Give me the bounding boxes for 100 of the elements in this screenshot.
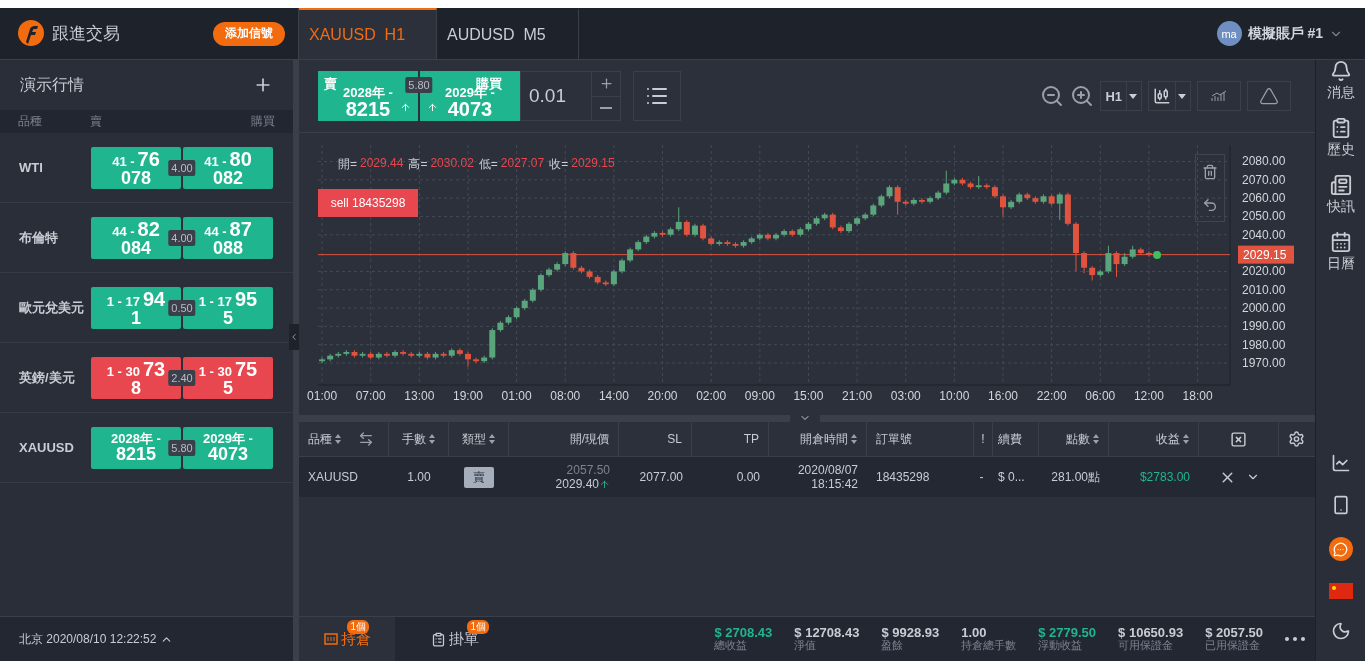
quote-price: 44 -82 — [112, 218, 160, 239]
sort-icon[interactable] — [1183, 434, 1189, 444]
bell-icon — [1329, 60, 1352, 82]
timeframe-dropdown[interactable]: H1 — [1100, 81, 1142, 111]
y-axis-label: 2070.00 — [1242, 172, 1286, 187]
stat-value: $ 2708.43 — [714, 626, 773, 641]
zoom-out-icon[interactable] — [1040, 84, 1065, 108]
open-date: 2020/08/07 — [797, 463, 858, 477]
column-header[interactable]: 收益 — [1156, 430, 1180, 448]
moon-icon[interactable] — [1330, 621, 1351, 641]
x-axis-label: 16:00 — [988, 389, 1019, 403]
legend-label: 低= — [478, 156, 498, 173]
y-axis-label: 2010.00 — [1242, 282, 1286, 297]
column-header: 賣 — [90, 113, 103, 130]
column-header[interactable]: 開倉時間 — [800, 430, 848, 448]
collapse-button[interactable] — [289, 324, 299, 350]
box-icon — [323, 632, 338, 646]
quote-price: 2029年 - — [203, 432, 253, 445]
quote-price: 41 -76 — [112, 148, 160, 169]
swap-icon[interactable] — [358, 431, 374, 447]
column-header[interactable]: 品種 — [308, 430, 332, 448]
legend-label: 高= — [408, 156, 428, 173]
chart-settings-icon[interactable] — [1330, 453, 1351, 473]
spread-value: 5.80 — [405, 77, 433, 93]
legend-label: 收= — [549, 156, 569, 173]
chat-icon[interactable] — [1328, 537, 1353, 561]
column-header[interactable]: 手數 — [402, 430, 426, 448]
x-axis-label: 21:00 — [842, 389, 873, 403]
quote-price: 41 -80 — [204, 148, 252, 169]
flag-icon[interactable] — [1328, 583, 1353, 599]
price-tag: 2029.15 — [1238, 245, 1294, 264]
symbol-name[interactable]: 布倫特 — [19, 228, 91, 247]
x-axis-label: 01:00 — [307, 389, 338, 403]
trash-icon[interactable] — [1202, 163, 1218, 180]
stat-label: 總收益 — [714, 640, 749, 652]
column-header[interactable]: 點數 — [1066, 430, 1090, 448]
clipboard-icon — [431, 631, 446, 647]
column-header: 品種 — [18, 113, 43, 130]
sort-icon[interactable] — [1093, 434, 1099, 444]
open-price: 2057.50 — [566, 463, 610, 477]
arrow-up-icon — [400, 102, 411, 113]
quote-digits: 078 — [120, 168, 151, 187]
sort-icon[interactable] — [429, 434, 435, 444]
legend-value: 2029.44 — [360, 156, 404, 172]
undo-icon[interactable] — [1202, 196, 1218, 213]
close-all-icon[interactable] — [1230, 430, 1247, 448]
symbol-tab[interactable]: XAUUSD H1 — [299, 8, 437, 59]
column-header[interactable]: 類型 — [462, 430, 486, 448]
account-name[interactable]: 模擬賬戶 #1 — [1247, 24, 1323, 43]
quote-price: 1 - 17 94 — [106, 288, 166, 309]
x-axis-label: 20:00 — [647, 389, 678, 403]
stat-label: 淨值 — [794, 640, 818, 652]
y-axis-label: 2000.00 — [1242, 301, 1286, 316]
caret-icon[interactable] — [1129, 93, 1137, 99]
panel-title: 演示行情 — [20, 74, 84, 95]
sidebar-item[interactable]: 日曆 — [1326, 231, 1355, 273]
quote-digits: 8215 — [115, 445, 156, 463]
bottom-tab[interactable]: 持倉 1個 — [299, 617, 395, 661]
x-axis-label: 10:00 — [939, 389, 970, 403]
legend-label: 開= — [338, 156, 357, 173]
drawing-tool-button[interactable] — [1247, 81, 1291, 111]
symbol-name[interactable]: 歐元兌美元 — [19, 298, 91, 317]
quote-price: 1 - 30 75 — [198, 358, 258, 379]
sidebar-item[interactable]: 歷史 — [1326, 117, 1355, 159]
sort-icon[interactable] — [851, 434, 857, 444]
x-axis-label: 18:00 — [1182, 389, 1213, 403]
zoom-in-icon[interactable] — [1070, 84, 1095, 108]
stat-value: $ 2057.50 — [1205, 626, 1263, 641]
candlestick — [1000, 193, 1006, 217]
order-list-button[interactable] — [633, 71, 681, 121]
symbol-name[interactable]: WTI — [19, 160, 91, 175]
ref-line-label: 2029.15 — [1243, 247, 1287, 262]
quote-price: 2028年 - — [111, 432, 161, 445]
symbol-name[interactable]: 英鎊/美元 — [19, 368, 91, 387]
column-header: ! — [981, 432, 985, 446]
logo-icon — [18, 19, 44, 48]
table-cell-text: $ 0... — [997, 469, 1026, 486]
settings-icon[interactable] — [1288, 430, 1305, 448]
quote-digits: 5 — [223, 308, 233, 327]
column-header: TP — [743, 432, 759, 446]
quote-digits: 084 — [120, 238, 151, 257]
newspaper-icon — [1329, 174, 1352, 196]
caret-icon[interactable] — [1178, 93, 1186, 99]
sort-icon[interactable] — [489, 434, 495, 444]
x-axis-label: 13:00 — [404, 389, 435, 403]
order-marker[interactable]: sell 18435298 — [318, 189, 418, 217]
stat-value: $ 12708.43 — [794, 626, 860, 641]
sidebar-item[interactable]: 消息 — [1326, 60, 1355, 102]
sort-icon[interactable] — [335, 434, 341, 444]
column-header: 購買 — [251, 113, 275, 130]
column-header: SL — [667, 432, 682, 446]
column-header: 開/現價 — [569, 430, 609, 448]
chart-type-dropdown[interactable] — [1148, 81, 1191, 111]
column-header: 訂單號 — [876, 430, 912, 448]
y-axis-label: 2080.00 — [1242, 154, 1286, 169]
x-axis-label: 19:00 — [452, 389, 483, 403]
sidebar-item[interactable]: 快訊 — [1326, 174, 1355, 216]
table-cell-text: XAUUSD — [307, 469, 359, 486]
symbol-name[interactable]: XAUUSD — [19, 440, 91, 455]
column-header: 續費 — [998, 430, 1022, 448]
